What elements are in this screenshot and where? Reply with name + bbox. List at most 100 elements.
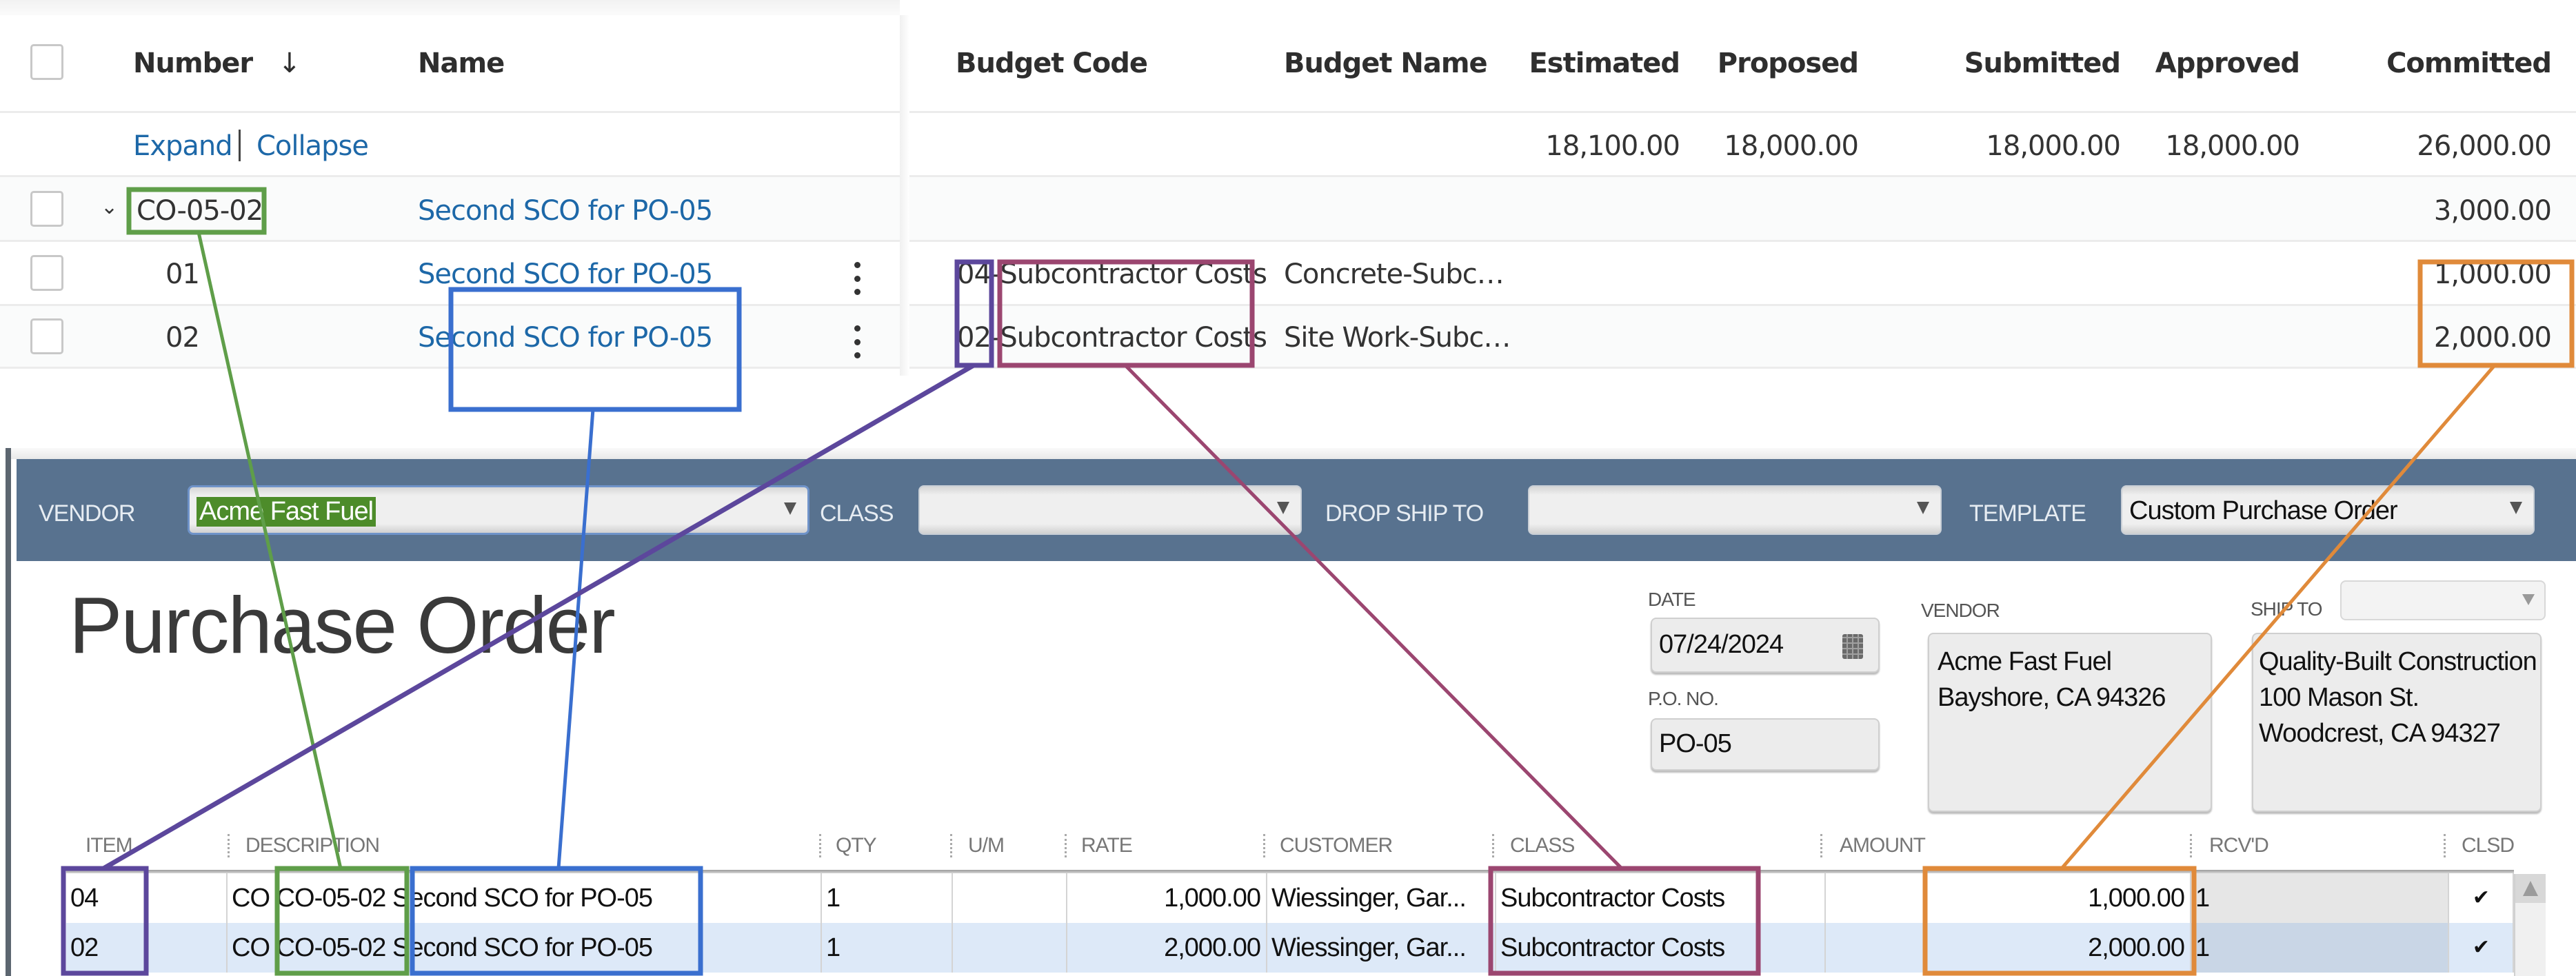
chevron-down-icon[interactable] bbox=[784, 502, 796, 515]
template-dropdown-value: Custom Purchase Order bbox=[2129, 496, 2398, 525]
grid-header-qty[interactable]: QTY bbox=[836, 834, 877, 857]
grid-cell-description[interactable]: CO CO-05-02 Second SCO for PO-05 bbox=[228, 873, 822, 923]
row-actions-kebab-icon[interactable] bbox=[847, 321, 867, 363]
vendor-dropdown[interactable]: Acme Fast Fuel bbox=[188, 485, 809, 535]
grid-column-separator[interactable] bbox=[1263, 834, 1265, 857]
grid-cell-description[interactable]: CO CO-05-02 Second SCO for PO-05 bbox=[228, 923, 822, 973]
window-top-strip bbox=[11, 448, 2576, 459]
grid-cell-qty[interactable]: 1 bbox=[822, 923, 953, 973]
grid-column-separator[interactable] bbox=[2190, 834, 2192, 857]
grid-cell-amount[interactable]: 1,000.00 bbox=[1826, 873, 2191, 923]
line-name-link[interactable]: Second SCO for PO-05 bbox=[418, 324, 713, 352]
vendor-address-line: Acme Fast Fuel bbox=[1938, 647, 2112, 676]
column-header-name[interactable]: Name bbox=[418, 50, 505, 77]
template-label: TEMPLATE bbox=[1969, 500, 2086, 527]
grid-vertical-scrollbar[interactable] bbox=[2514, 874, 2546, 976]
chevron-down-icon[interactable] bbox=[2510, 502, 2522, 514]
column-header-budget-name[interactable]: Budget Name bbox=[1284, 50, 1488, 77]
row-checkbox[interactable] bbox=[30, 191, 63, 227]
select-all-checkbox[interactable] bbox=[30, 44, 63, 80]
row-checkbox[interactable] bbox=[30, 255, 63, 291]
group-name-link[interactable]: Second SCO for PO-05 bbox=[418, 197, 713, 225]
grid-cell-um[interactable] bbox=[953, 873, 1067, 923]
column-header-committed[interactable]: Committed bbox=[2358, 50, 2552, 77]
date-field-value: 07/24/2024 bbox=[1659, 630, 1784, 659]
line-name-link[interactable]: Second SCO for PO-05 bbox=[418, 261, 713, 288]
expand-link[interactable]: Expand bbox=[133, 132, 233, 160]
grid-header-um[interactable]: U/M bbox=[968, 834, 1005, 857]
line-number: 01 bbox=[165, 258, 200, 290]
po-toolbar: VENDOR Acme Fast Fuel CLASS DROP SHIP TO… bbox=[17, 459, 2576, 561]
chevron-down-icon[interactable] bbox=[1277, 502, 1289, 514]
grid-column-separator[interactable] bbox=[1065, 834, 1067, 857]
date-label: DATE bbox=[1648, 589, 1696, 610]
grid-column-separator[interactable] bbox=[2444, 834, 2446, 857]
grid-cell-um[interactable] bbox=[953, 923, 1067, 973]
grid-column-separator[interactable] bbox=[950, 834, 952, 857]
grid-column-separator[interactable] bbox=[819, 834, 821, 857]
sort-descending-icon[interactable]: ↓ bbox=[278, 50, 301, 77]
budget-code: 02-Subcontractor Costs bbox=[957, 322, 1267, 354]
grid-cell-class[interactable]: Subcontractor Costs bbox=[1496, 873, 1826, 923]
calendar-icon[interactable] bbox=[1842, 634, 1863, 659]
row-actions-kebab-icon[interactable] bbox=[847, 258, 867, 299]
grid-column-separator[interactable] bbox=[1492, 834, 1494, 857]
total-committed: 26,000.00 bbox=[2417, 130, 2552, 162]
date-field[interactable]: 07/24/2024 bbox=[1651, 618, 1880, 673]
ship-to-dropdown[interactable] bbox=[2340, 580, 2546, 620]
group-row bbox=[0, 177, 2576, 241]
collapse-link[interactable]: Collapse bbox=[256, 132, 369, 160]
grid-cell-rate[interactable]: 1,000.00 bbox=[1067, 873, 1267, 923]
template-dropdown[interactable]: Custom Purchase Order bbox=[2121, 485, 2535, 535]
grid-header-item[interactable]: ITEM bbox=[85, 834, 133, 857]
grid-row[interactable]: 04 CO CO-05-02 Second SCO for PO-05 1 1,… bbox=[66, 873, 2514, 923]
description-text: Second SCO for PO-05 bbox=[392, 884, 653, 913]
grid-cell-customer[interactable]: Wiessinger, Gar... bbox=[1267, 873, 1496, 923]
drop-ship-dropdown[interactable] bbox=[1528, 485, 1942, 535]
grid-column-separator[interactable] bbox=[228, 834, 230, 857]
grid-column-separator[interactable] bbox=[1820, 834, 1822, 857]
window-left-border bbox=[6, 448, 11, 976]
po-number-value: PO-05 bbox=[1659, 729, 1732, 758]
grid-cell-item[interactable]: 04 bbox=[66, 873, 228, 923]
vendor-address-line: Bayshore, CA 94326 bbox=[1938, 683, 2166, 712]
grid-cell-rcvd[interactable]: 1 bbox=[2191, 923, 2449, 973]
grid-row-selected[interactable]: 02 CO CO-05-02 Second SCO for PO-05 1 2,… bbox=[66, 923, 2514, 973]
grid-cell-rate[interactable]: 2,000.00 bbox=[1067, 923, 1267, 973]
grid-header-customer[interactable]: CUSTOMER bbox=[1280, 834, 1393, 857]
po-number-field[interactable]: PO-05 bbox=[1651, 718, 1880, 771]
grid-header-rate[interactable]: RATE bbox=[1081, 834, 1133, 857]
grid-cell-clsd-checkmark-icon[interactable]: ✔ bbox=[2449, 923, 2514, 973]
grid-cell-clsd-checkmark-icon[interactable]: ✔ bbox=[2449, 873, 2514, 923]
class-dropdown[interactable] bbox=[918, 485, 1302, 535]
grid-header-description[interactable]: DESCRIPTION bbox=[245, 834, 380, 857]
column-header-estimated[interactable]: Estimated bbox=[1517, 50, 1680, 77]
grid-header-clsd[interactable]: CLSD bbox=[2462, 834, 2515, 857]
column-header-number-label: Number bbox=[133, 48, 253, 79]
description-prefix: CO bbox=[232, 933, 270, 962]
collapse-chevron-icon[interactable]: ⌄ bbox=[101, 197, 118, 218]
grid-cell-item[interactable]: 02 bbox=[66, 923, 228, 973]
row-checkbox[interactable] bbox=[30, 318, 63, 354]
column-header-approved[interactable]: Approved bbox=[2131, 50, 2300, 77]
column-header-submitted[interactable]: Submitted bbox=[1931, 50, 2121, 77]
grid-cell-qty[interactable]: 1 bbox=[822, 873, 953, 923]
budget-name: Site Work-Subc… bbox=[1284, 322, 1511, 354]
grid-header-class[interactable]: CLASS bbox=[1510, 834, 1575, 857]
scroll-up-arrow-icon[interactable] bbox=[2515, 874, 2546, 903]
frozen-column-divider bbox=[900, 15, 909, 376]
grid-header-amount[interactable]: AMOUNT bbox=[1840, 834, 1926, 857]
grid-cell-customer[interactable]: Wiessinger, Gar... bbox=[1267, 923, 1496, 973]
grid-header-rcvd[interactable]: RCV'D bbox=[2209, 834, 2269, 857]
grid-cell-rcvd[interactable]: 1 bbox=[2191, 873, 2449, 923]
column-header-number[interactable]: Number ↓ bbox=[133, 50, 301, 77]
chevron-down-icon[interactable] bbox=[1917, 502, 1929, 514]
ship-to-address-field[interactable]: Quality-Built Construction 100 Mason St.… bbox=[2252, 633, 2542, 812]
grid-cell-amount[interactable]: 2,000.00 bbox=[1826, 923, 2191, 973]
column-header-budget-code[interactable]: Budget Code bbox=[956, 50, 1148, 77]
column-header-proposed[interactable]: Proposed bbox=[1689, 50, 1859, 77]
grid-cell-class[interactable]: Subcontractor Costs bbox=[1496, 923, 1826, 973]
vendor-address-field[interactable]: Acme Fast Fuel Bayshore, CA 94326 bbox=[1928, 633, 2212, 812]
po-number-label: P.O. NO. bbox=[1648, 688, 1719, 709]
chevron-down-icon[interactable] bbox=[2522, 594, 2535, 605]
